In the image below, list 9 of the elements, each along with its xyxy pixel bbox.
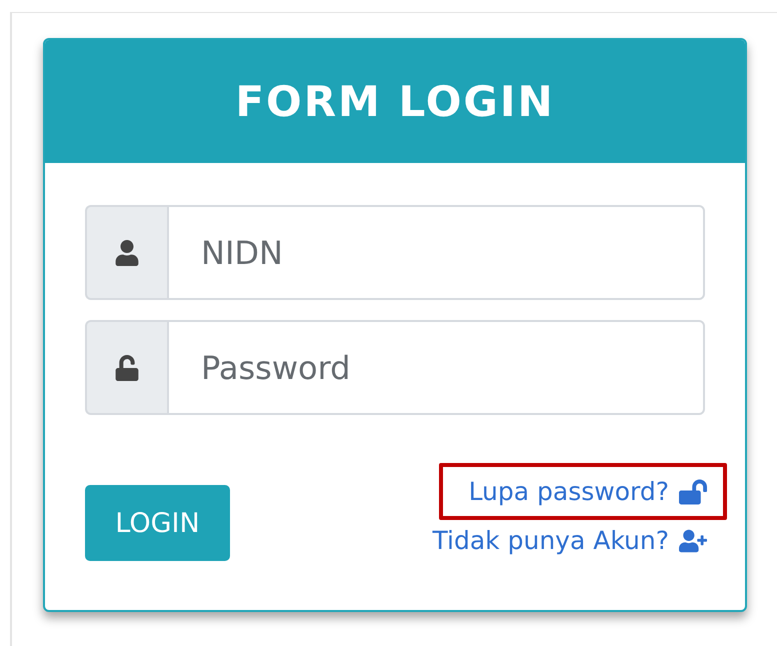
link-label: Lupa password? xyxy=(468,477,669,506)
unlock-icon xyxy=(679,478,707,506)
text-link[interactable]: Lupa password? xyxy=(468,477,707,506)
unlock-icon xyxy=(114,354,140,380)
card-title: FORM LOGIN xyxy=(235,77,555,126)
user-icon xyxy=(114,240,140,266)
input-field[interactable]: NIDN xyxy=(167,205,705,300)
login-button[interactable]: LOGIN xyxy=(85,485,230,561)
input-field[interactable]: Password xyxy=(167,320,705,415)
